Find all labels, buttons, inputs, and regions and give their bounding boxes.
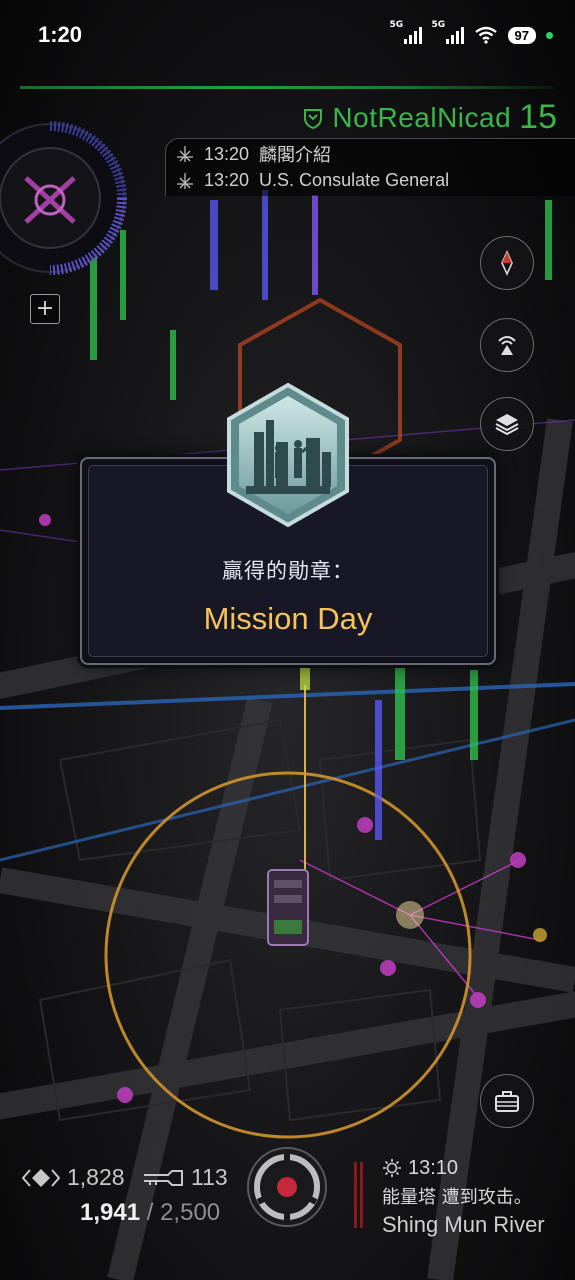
resonators-count: 1,828 <box>67 1164 125 1190</box>
comm-time: 13:20 <box>204 170 250 190</box>
comm-text: 麟閣介紹 <box>259 145 332 165</box>
feed-location: Shing Mun River <box>382 1212 545 1237</box>
portal-icon <box>177 172 193 189</box>
portal-icon <box>177 146 193 162</box>
xm-max: 2,500 <box>160 1199 221 1226</box>
wifi-icon <box>474 26 497 44</box>
keys-stat[interactable]: 113 <box>142 1164 228 1191</box>
battery-indicator: 97 <box>507 26 536 44</box>
signal-icon: 5G <box>432 20 464 44</box>
network-type-label: 5G <box>431 20 446 30</box>
xm-current: 1,941 <box>80 1199 141 1226</box>
resonator-icon <box>22 1168 60 1187</box>
key-icon <box>144 1169 183 1186</box>
feed-time: 13:10 <box>408 1156 459 1179</box>
comm-text: U.S. Consulate General <box>259 170 450 190</box>
broadcast-button[interactable] <box>480 318 534 372</box>
briefcase-icon <box>495 1091 519 1112</box>
feed-header: 13:10 <box>382 1156 545 1180</box>
layers-icon <box>495 414 519 436</box>
agent-avatar[interactable] <box>0 118 130 278</box>
keys-count: 113 <box>191 1164 228 1190</box>
network-type-label: 5G <box>389 20 404 30</box>
comm-panel[interactable]: 13:20 麟閣介紹 13:20 U.S. Consulate General <box>165 138 575 196</box>
inventory-button[interactable] <box>480 1074 534 1128</box>
mission-day-badge-icon <box>227 382 349 528</box>
badge-name: Mission Day <box>203 601 373 636</box>
agent-header[interactable]: NotRealNicad 15 <box>302 98 557 137</box>
gear-alert-icon <box>383 1159 401 1177</box>
xm-separator: / <box>146 1199 154 1226</box>
resonators-stat[interactable]: 1,828 <box>22 1164 125 1191</box>
comm-time: 13:20 <box>204 143 250 164</box>
compass-button[interactable] <box>480 236 534 290</box>
feed-message: 能量塔 遭到攻击。 <box>382 1187 532 1208</box>
broadcast-icon <box>498 336 516 355</box>
player-avatar <box>267 869 309 946</box>
xm-level: 1,941 / 2,500 <box>80 1199 220 1227</box>
comm-item: 13:20 麟閣介紹 <box>176 141 331 167</box>
ops-scanner-icon[interactable] <box>246 1146 328 1228</box>
alert-bars <box>354 1162 364 1228</box>
badge-earned-label: 贏得的勛章： <box>222 559 354 583</box>
faction-shield-icon <box>304 108 323 129</box>
agent-name: NotRealNicad <box>332 101 512 133</box>
agent-level: 15 <box>519 98 557 136</box>
bottom-hud: 1,828 113 1,941 / 2,500 13:10 能量塔 遭到攻击。 … <box>0 1147 575 1280</box>
comm-item: 13:20 U.S. Consulate General <box>176 170 449 191</box>
activity-feed[interactable]: 13:10 能量塔 遭到攻击。 Shing Mun River <box>382 1156 545 1238</box>
status-bar: 1:20 5G 5G 97 <box>0 0 575 70</box>
privacy-indicator-dot <box>546 31 553 39</box>
layers-button[interactable] <box>480 397 534 451</box>
xm-progress-line <box>20 86 555 89</box>
compass-icon <box>501 250 513 276</box>
signal-icon: 5G <box>390 20 422 44</box>
clock: 1:20 <box>38 22 83 47</box>
system-icons: 5G 5G 97 <box>390 20 553 44</box>
plus-square-icon[interactable]: + <box>30 294 60 324</box>
